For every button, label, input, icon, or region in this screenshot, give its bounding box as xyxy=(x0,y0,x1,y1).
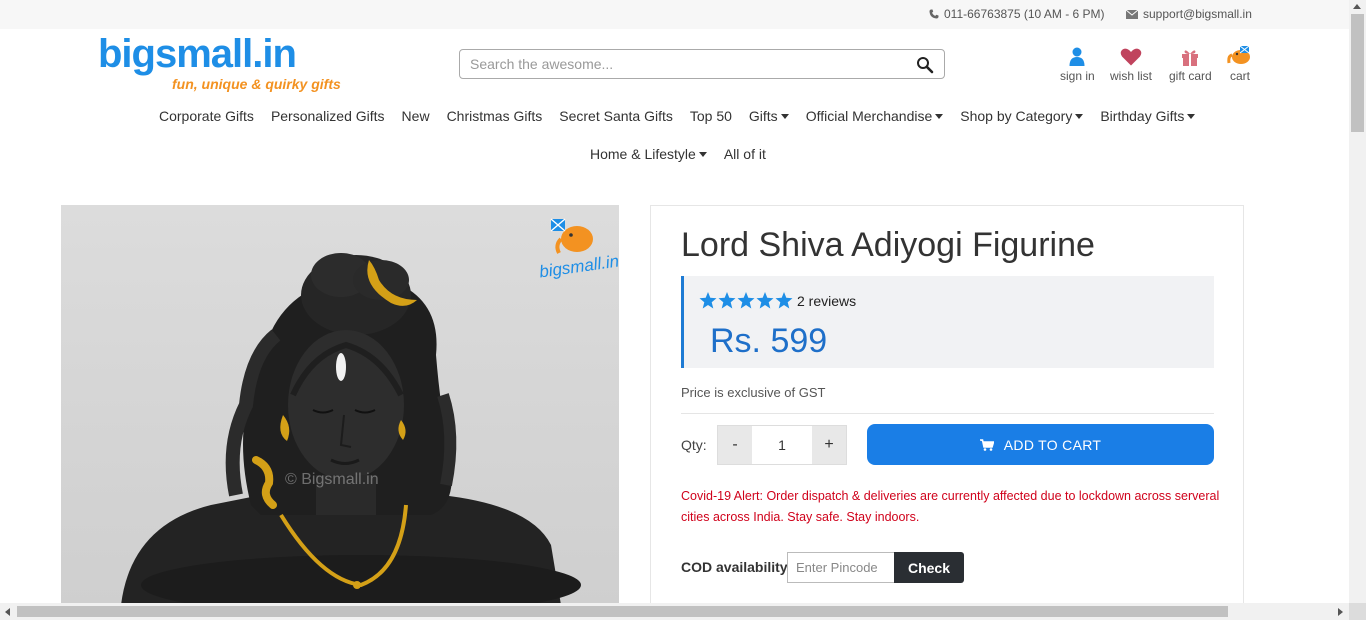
product-details-panel: Lord Shiva Adiyogi Figurine 2 reviews Rs… xyxy=(650,205,1244,615)
nav-corporate-gifts[interactable]: Corporate Gifts xyxy=(159,108,254,124)
check-pincode-button[interactable]: Check xyxy=(894,552,964,583)
caret-down-icon xyxy=(935,113,944,119)
add-to-cart-label: ADD TO CART xyxy=(1003,436,1102,453)
caret-down-icon xyxy=(698,151,707,157)
user-icon xyxy=(1069,47,1085,66)
vertical-scrollbar[interactable] xyxy=(1349,0,1366,603)
cart-link[interactable]: cart xyxy=(1227,44,1253,83)
star-icon xyxy=(718,292,736,309)
search-bar xyxy=(459,49,945,79)
main-nav-row2: Home & Lifestyle All of it xyxy=(590,146,783,162)
reviews-link[interactable]: 2 reviews xyxy=(797,293,856,309)
nav-label: Corporate Gifts xyxy=(159,108,254,124)
gst-note: Price is exclusive of GST xyxy=(681,385,826,400)
price-box: 2 reviews Rs. 599 xyxy=(681,276,1214,368)
cart-elephant-icon xyxy=(1227,45,1250,64)
nav-top-50[interactable]: Top 50 xyxy=(690,108,732,124)
scroll-up-arrow-icon[interactable] xyxy=(1353,4,1361,9)
star-icon xyxy=(737,292,755,309)
nav-new[interactable]: New xyxy=(402,108,430,124)
contact-email[interactable]: support@bigsmall.in xyxy=(1126,7,1252,21)
nav-label: All of it xyxy=(723,146,766,162)
product-title: Lord Shiva Adiyogi Figurine xyxy=(681,226,1095,264)
shopping-cart-icon xyxy=(979,438,994,451)
gift-card-label: gift card xyxy=(1169,69,1212,83)
horizontal-scroll-thumb[interactable] xyxy=(17,606,1228,617)
logo-text: bigsmall.in xyxy=(98,32,297,76)
wish-list-link[interactable]: wish list xyxy=(1110,44,1152,83)
nav-christmas-gifts[interactable]: Christmas Gifts xyxy=(447,108,543,124)
email-text: support@bigsmall.in xyxy=(1143,7,1252,21)
covid-alert: Covid-19 Alert: Order dispatch & deliver… xyxy=(681,489,1220,524)
page: 011-66763875 (10 AM - 6 PM) support@bigs… xyxy=(0,0,1366,620)
caret-down-icon xyxy=(1075,113,1084,119)
nav-label: Gifts xyxy=(748,108,778,124)
nav-personalized-gifts[interactable]: Personalized Gifts xyxy=(271,108,385,124)
scrollbar-corner xyxy=(1349,603,1366,620)
product-price: Rs. 599 xyxy=(710,322,828,360)
qty-decrease-button[interactable]: - xyxy=(718,426,752,464)
logo-tagline: fun, unique & quirky gifts xyxy=(172,76,341,92)
divider xyxy=(681,413,1214,414)
sign-in-link[interactable]: sign in xyxy=(1060,44,1095,83)
nav-all-of-it[interactable]: All of it xyxy=(724,146,766,162)
search-input[interactable] xyxy=(460,50,880,78)
qty-input[interactable] xyxy=(752,426,812,464)
product-image[interactable]: © Bigsmall.in bigsmall.in xyxy=(61,205,619,605)
nav-label: Shop by Category xyxy=(960,108,1073,124)
main-nav: Corporate Gifts Personalized Gifts New C… xyxy=(159,108,1212,124)
wish-list-label: wish list xyxy=(1110,69,1153,83)
nav-label: Secret Santa Gifts xyxy=(559,108,673,124)
caret-down-icon xyxy=(780,113,789,119)
heart-icon xyxy=(1120,48,1142,66)
nav-label: Christmas Gifts xyxy=(446,108,543,124)
scroll-left-arrow-icon[interactable] xyxy=(5,608,10,616)
gift-card-link[interactable]: gift card xyxy=(1169,44,1212,83)
rating[interactable]: 2 reviews xyxy=(699,292,856,309)
top-contact-bar: 011-66763875 (10 AM - 6 PM) support@bigs… xyxy=(0,0,1349,29)
image-watermark: © Bigsmall.in xyxy=(285,471,379,488)
nav-label: Home & Lifestyle xyxy=(590,146,696,162)
nav-label: Top 50 xyxy=(689,108,732,124)
phone-text: 011-66763875 (10 AM - 6 PM) xyxy=(944,7,1105,21)
qty-label: Qty: xyxy=(681,437,707,453)
nav-official-merchandise[interactable]: Official Merchandise xyxy=(806,108,944,124)
envelope-icon xyxy=(1126,9,1138,19)
magnifier-icon[interactable] xyxy=(916,56,934,74)
nav-label: New xyxy=(401,108,430,124)
shiva-figurine-illustration xyxy=(121,253,581,605)
star-icon xyxy=(756,292,774,309)
add-to-cart-button[interactable]: ADD TO CART xyxy=(867,424,1214,465)
star-icon xyxy=(699,292,717,309)
nav-label: Official Merchandise xyxy=(805,108,933,124)
nav-label: Personalized Gifts xyxy=(270,108,385,124)
cart-label: cart xyxy=(1229,69,1250,83)
site-logo[interactable]: bigsmall.in fun, unique & quirky gifts xyxy=(98,32,341,94)
phone-icon xyxy=(929,9,939,19)
nav-home-lifestyle[interactable]: Home & Lifestyle xyxy=(590,146,707,162)
nav-secret-santa-gifts[interactable]: Secret Santa Gifts xyxy=(559,108,673,124)
horizontal-scrollbar[interactable] xyxy=(0,603,1349,620)
nav-birthday-gifts[interactable]: Birthday Gifts xyxy=(1100,108,1196,124)
scroll-right-arrow-icon[interactable] xyxy=(1338,608,1343,616)
caret-down-icon xyxy=(1187,113,1196,119)
vertical-scroll-thumb[interactable] xyxy=(1351,14,1364,132)
gift-icon xyxy=(1182,50,1199,66)
sign-in-label: sign in xyxy=(1060,69,1095,83)
quantity-stepper: - + xyxy=(717,425,847,465)
nav-label: Birthday Gifts xyxy=(1100,108,1185,124)
nav-shop-by-category[interactable]: Shop by Category xyxy=(960,108,1084,124)
cod-label: COD availability xyxy=(681,559,788,575)
qty-increase-button[interactable]: + xyxy=(812,426,846,464)
star-icon xyxy=(775,292,793,309)
contact-phone[interactable]: 011-66763875 (10 AM - 6 PM) xyxy=(929,7,1105,21)
nav-gifts[interactable]: Gifts xyxy=(749,108,789,124)
pincode-input[interactable] xyxy=(787,552,895,583)
